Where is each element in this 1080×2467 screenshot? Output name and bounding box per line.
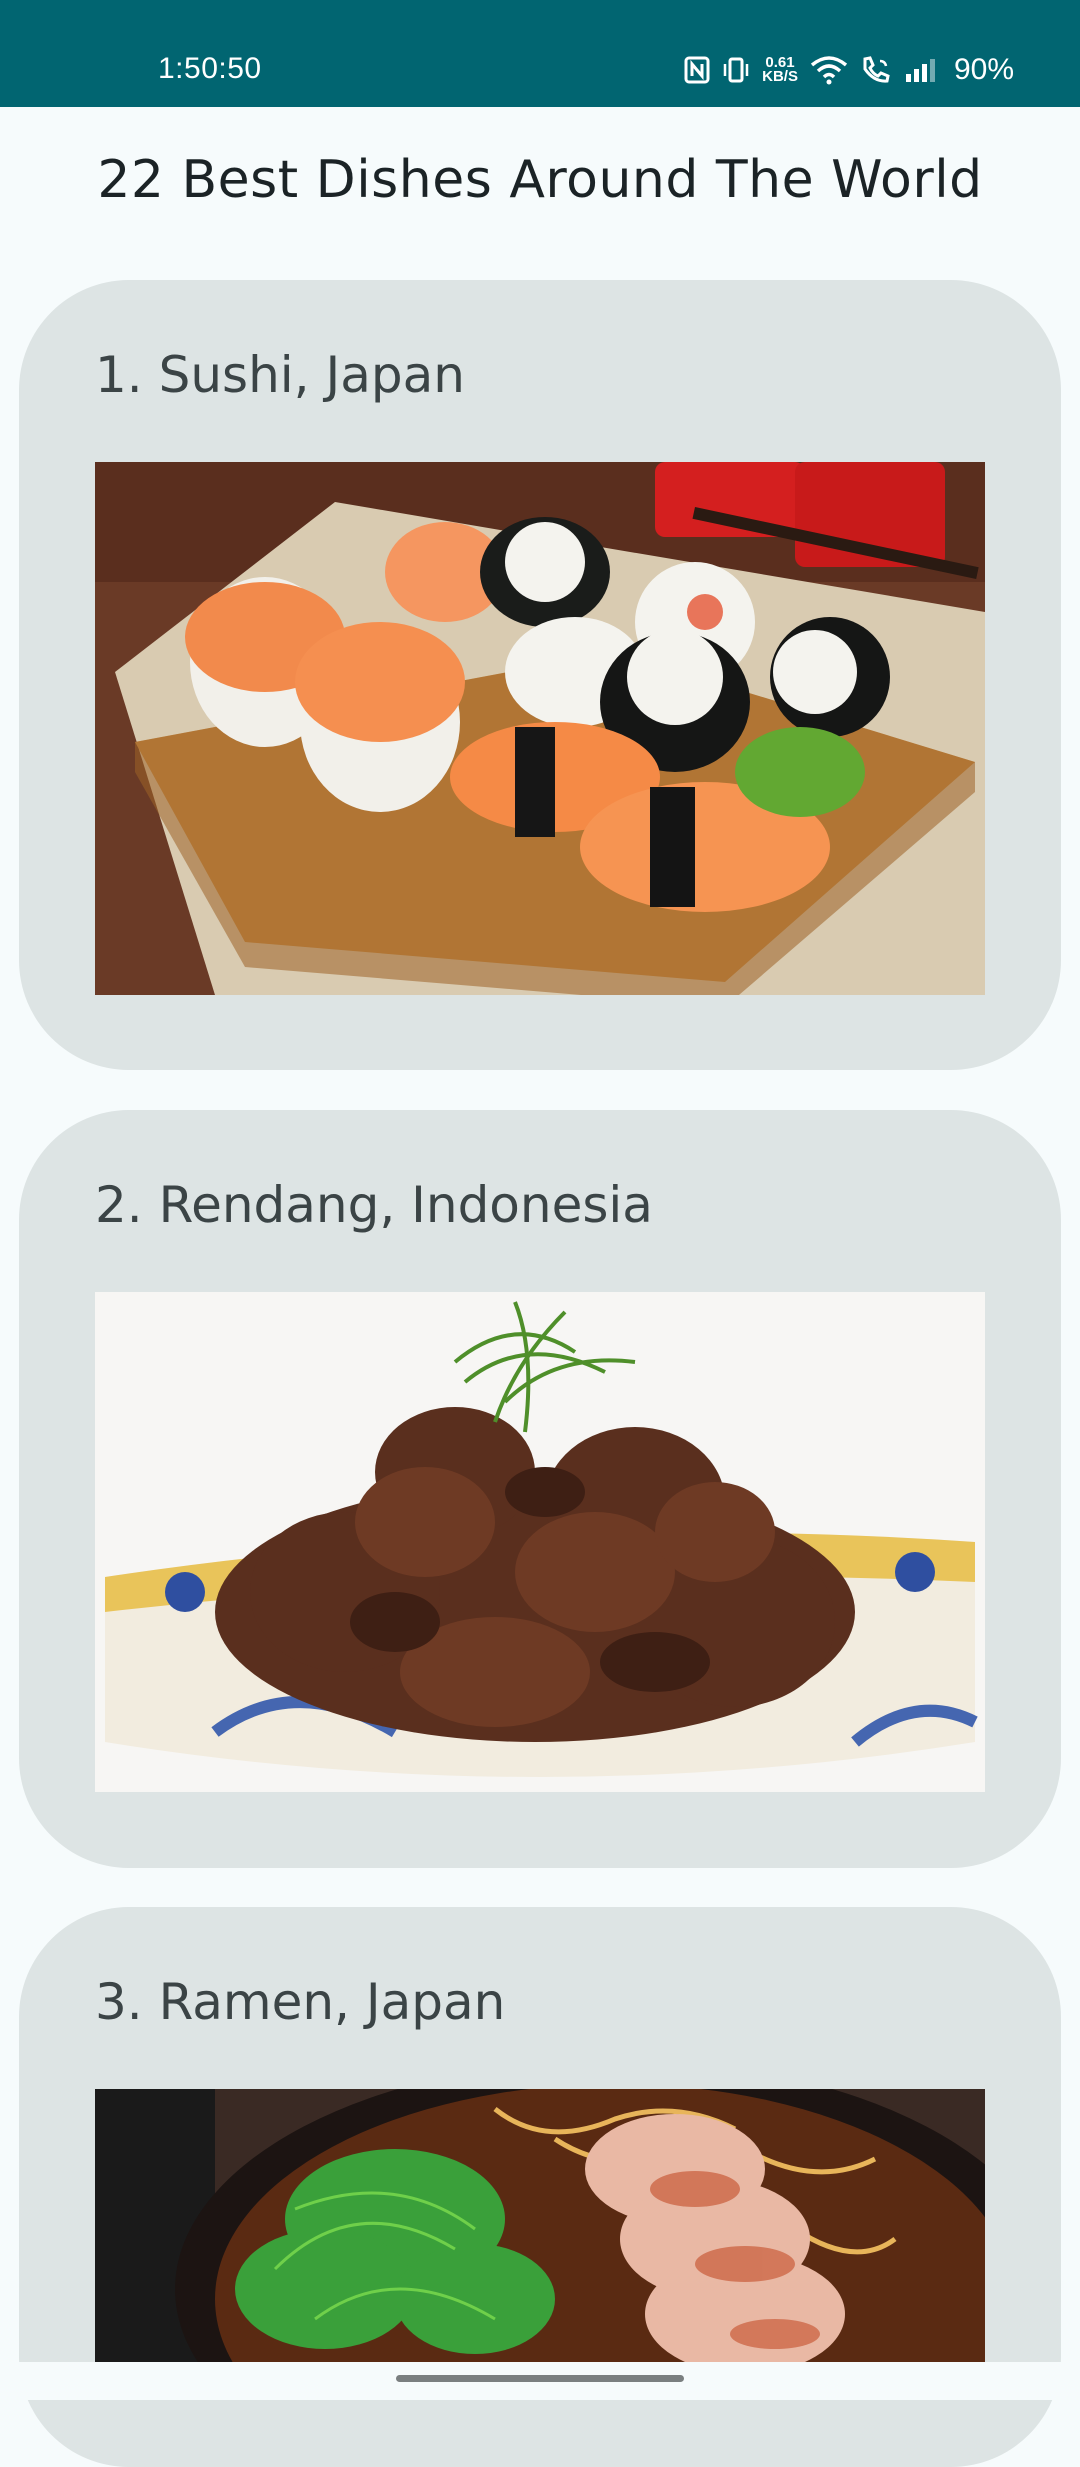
signal-icon [905, 59, 935, 82]
status-bar: 1:50:50 0.61 KB/S 90% [0, 0, 1080, 107]
battery-percentage: 90% [953, 53, 1014, 86]
dish-card[interactable]: 1. Sushi, Japan [19, 280, 1061, 1070]
sushi-photo [95, 462, 985, 995]
dish-title: 3. Ramen, Japan [95, 1973, 506, 2031]
status-time: 1:50:50 [158, 52, 262, 85]
ramen-photo [95, 2089, 985, 2362]
dish-card[interactable]: 2. Rendang, Indonesia [19, 1110, 1061, 1868]
dish-title: 1. Sushi, Japan [95, 346, 465, 404]
nfc-icon [684, 56, 710, 84]
wifi-calling-icon [863, 56, 890, 83]
wifi-icon [810, 56, 848, 85]
page-title: 22 Best Dishes Around The World [97, 150, 983, 210]
vibrate-icon [723, 57, 749, 83]
status-icons: 0.61 KB/S 90% [684, 50, 1014, 90]
net-speed-unit: KB/S [762, 68, 798, 85]
net-speed: 0.61 KB/S [762, 55, 798, 85]
gesture-nav-handle[interactable] [396, 2375, 684, 2382]
rendang-photo [95, 1292, 985, 1792]
dish-title: 2. Rendang, Indonesia [95, 1176, 653, 1234]
